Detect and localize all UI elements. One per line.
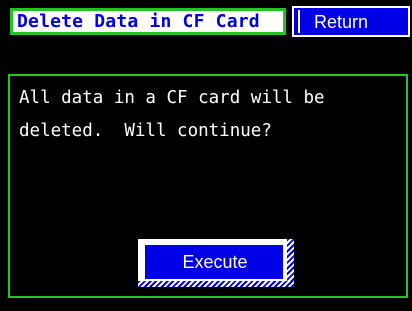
message-text: All data in a CF card will be deleted. W… xyxy=(19,82,399,148)
return-button-edge xyxy=(298,10,300,33)
message-line-1: All data in a CF card will be xyxy=(19,88,325,108)
execute-button[interactable]: Execute xyxy=(138,239,294,287)
title-box: Delete Data in CF Card xyxy=(10,8,286,35)
execute-button-shadow-right xyxy=(287,239,294,287)
screen: Delete Data in CF Card Return All data i… xyxy=(0,0,412,311)
execute-button-label: Execute xyxy=(182,252,248,272)
execute-button-shadow-bottom xyxy=(138,281,294,287)
return-button-label: Return xyxy=(314,12,369,32)
execute-button-face: Execute xyxy=(143,243,283,279)
message-panel: All data in a CF card will be deleted. W… xyxy=(8,74,408,298)
page-title: Delete Data in CF Card xyxy=(17,11,260,32)
return-button[interactable]: Return xyxy=(290,4,412,39)
message-line-2: deleted. Will continue? xyxy=(19,121,272,141)
